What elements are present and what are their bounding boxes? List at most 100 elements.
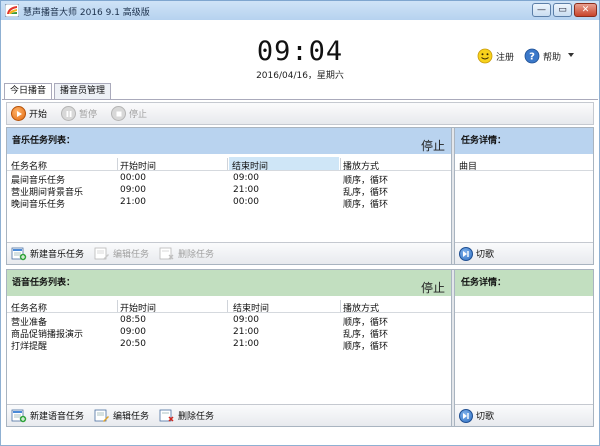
voice-status: 停止 [421,281,446,295]
new-task-icon [11,409,27,422]
title-bar[interactable]: 慧声播音大师 2016 9.1 高级版 — ▭ ✕ [0,0,600,20]
register-label: 注册 [496,52,515,63]
edit-task-icon [94,247,110,260]
voice-task-panel: 语音任务列表： 停止 任务详情： 任务名称 开始时间 结束时间 播放方式 营业准… [6,269,594,427]
table-row[interactable]: 商品促销播报演示 09:00 21:00 乱序，循环 [7,327,451,340]
new-voice-task-label: 新建语音任务 [30,412,85,422]
voice-grid-header: 任务名称 开始时间 结束时间 播放方式 [7,299,451,314]
col-task-name[interactable]: 任务名称 [11,159,47,172]
start-button[interactable]: 开始 [11,106,47,121]
help-button[interactable]: ? 帮助 [524,48,561,64]
col-task-name[interactable]: 任务名称 [11,301,47,314]
delete-task-label: 删除任务 [178,250,215,260]
restore-button[interactable]: ▭ [553,3,572,17]
svg-text:?: ? [529,52,535,63]
window-title: 慧声播音大师 2016 9.1 高级版 [23,8,150,18]
cell-start-time: 09:00 [120,185,146,195]
table-row[interactable]: 晨间音乐任务 00:00 09:00 顺序，循环 [7,173,451,186]
register-button[interactable]: 注册 [477,48,514,64]
tab-announcer-management[interactable]: 播音员管理 [54,83,112,99]
help-dropdown-arrow-icon[interactable] [568,53,574,57]
table-row[interactable]: 营业准备 08:50 09:00 顺序，循环 [7,315,451,328]
cell-start-time: 20:50 [120,339,146,349]
col-play-mode[interactable]: 播放方式 [343,301,379,314]
switch-song-label: 切歌 [476,250,495,260]
delete-task-button[interactable]: 删除任务 [159,409,214,423]
switch-song-button[interactable]: 切歌 [459,408,495,423]
cell-start-time: 09:00 [120,327,146,337]
edit-task-label: 编辑任务 [113,250,150,260]
cell-start-time: 21:00 [120,197,146,207]
voice-task-actions: 新建语音任务 编辑任务 删除任务 [7,404,451,426]
delete-task-button[interactable]: 删除任务 [159,247,214,261]
next-track-icon [459,246,473,261]
col-separator [340,300,341,312]
music-task-panel: 音乐任务列表： 停止 任务详情： 任务名称 开始时间 结束时间 播放方式 晨间音… [6,127,594,265]
col-separator [227,158,228,170]
table-row[interactable]: 打烊提醒 20:50 21:00 顺序，循环 [7,339,451,352]
stop-button[interactable]: 停止 [111,106,147,121]
music-task-actions: 新建音乐任务 编辑任务 删除任务 [7,242,451,264]
col-separator [227,300,228,312]
edit-task-button[interactable]: 编辑任务 [94,409,149,423]
tab-divider [2,99,598,100]
help-icon: ? [524,48,540,64]
next-track-icon [459,408,473,423]
music-detail-grid-header: 曲目 [455,157,593,172]
delete-task-icon [159,247,174,259]
app-logo-icon [5,4,19,17]
tab-bar: 今日播音 播音员管理 [4,83,113,100]
cell-task-name: 打烊提醒 [11,342,48,352]
music-detail-header: 任务详情： [455,128,593,154]
col-end-time[interactable]: 结束时间 [229,157,339,172]
stop-icon [111,106,127,121]
pause-button[interactable]: 暂停 [61,106,97,121]
edit-task-label: 编辑任务 [113,412,150,422]
col-separator [117,158,118,170]
music-grid-header: 任务名称 开始时间 结束时间 播放方式 [7,157,451,172]
col-start-time[interactable]: 开始时间 [120,301,156,314]
col-end-time[interactable]: 结束时间 [233,301,269,314]
cell-play-mode: 顺序，循环 [343,200,389,210]
new-task-icon [11,247,27,260]
col-track[interactable]: 曲目 [459,159,477,172]
voice-detail-actions: 切歌 [455,404,593,426]
close-button[interactable]: ✕ [574,3,597,17]
minimize-button[interactable]: — [532,3,551,17]
col-play-mode[interactable]: 播放方式 [343,159,379,172]
music-detail-actions: 切歌 [455,242,593,264]
cell-end-time: 00:00 [233,197,259,207]
col-separator [117,300,118,312]
cell-end-time: 21:00 [233,339,259,349]
pause-label: 暂停 [79,110,98,120]
cell-end-time: 09:00 [233,173,259,183]
voice-detail-header: 任务详情： [455,270,593,296]
help-label: 帮助 [543,52,562,63]
cell-play-mode: 顺序，循环 [343,342,389,352]
table-row[interactable]: 晚间音乐任务 21:00 00:00 顺序，循环 [7,197,451,210]
clock-date: 2016/04/16，星期六 [256,71,344,81]
start-label: 开始 [29,110,48,120]
switch-song-label: 切歌 [476,412,495,422]
delete-task-label: 删除任务 [178,412,215,422]
smiley-icon [477,48,493,64]
edit-task-button[interactable]: 编辑任务 [94,247,149,261]
playback-toolbar: 开始 暂停 停止 [6,102,594,125]
edit-task-icon [94,409,110,422]
col-separator [340,158,341,170]
tab-today-broadcast[interactable]: 今日播音 [4,83,53,100]
new-music-task-button[interactable]: 新建音乐任务 [11,247,84,261]
table-row[interactable]: 营业期间背景音乐 09:00 21:00 乱序，循环 [7,185,451,198]
cell-end-time: 21:00 [233,185,259,195]
cell-start-time: 00:00 [120,173,146,183]
voice-detail-grid-header [455,299,593,313]
music-panel-title: 音乐任务列表： [12,136,76,146]
col-start-time[interactable]: 开始时间 [120,159,156,172]
cell-end-time: 21:00 [233,327,259,337]
voice-panel-header: 语音任务列表： 停止 [7,270,451,296]
new-voice-task-button[interactable]: 新建语音任务 [11,409,84,423]
cell-task-name: 晚间音乐任务 [11,200,66,210]
switch-song-button[interactable]: 切歌 [459,246,495,261]
pause-icon [61,106,77,121]
stop-label: 停止 [129,110,148,120]
